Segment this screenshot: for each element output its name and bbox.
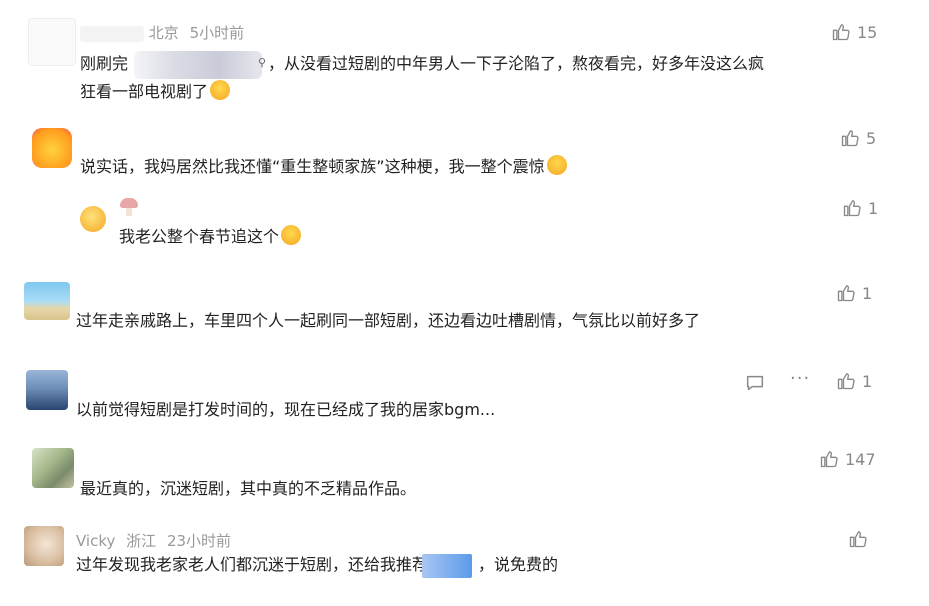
avatar[interactable] [24,526,64,566]
username[interactable]: Vicky [76,532,115,550]
like-count: 5 [866,128,877,148]
reply-button[interactable] [744,372,766,398]
reply-text: 我老公整个春节追这个 [119,223,302,251]
like-count: 147 [845,449,876,469]
like-count: 1 [862,371,873,391]
avatar[interactable] [80,206,106,232]
username-blurred[interactable] [80,25,144,42]
comment-meta: 北京 5小时前 [80,22,244,43]
like-button[interactable]: 1 [842,198,878,218]
avatar[interactable] [32,128,72,168]
thumbs-up-icon [831,22,851,42]
comment-text: 最近真的，沉迷短剧，其中真的不乏精品作品。 [80,479,417,498]
like-count: 1 [862,283,873,303]
like-count: 15 [857,22,878,42]
location: 浙江 [126,532,157,550]
avatar[interactable] [32,448,74,488]
timestamp: 5小时前 [189,24,245,42]
comment-text: 过年发现我老家老人们都沉迷于短剧，还给我推荐 ，说免费的 [76,551,558,579]
blurred-link[interactable]: ⚲ [134,50,266,79]
comment-text: 说实话，我妈居然比我还懂“重生整顿家族”这种梗，我一整个震惊 [80,153,567,181]
crying-laughing-emoji-icon [546,155,567,175]
location: 北京 [148,24,179,42]
more-button[interactable]: ··· [790,368,810,389]
thumbs-up-icon [848,529,868,549]
comment-text: 过年走亲戚路上，车里四个人一起刷同一部短剧，还边看边吐槽剧情，气氛比以前好多了 [76,311,701,330]
like-button[interactable]: 147 [819,449,876,469]
comment-text-line2: 狂看一部电视剧了 [80,78,231,106]
crying-laughing-emoji-icon [281,225,302,245]
avatar[interactable] [26,370,68,410]
search-icon: ⚲ [257,55,267,69]
timestamp: 23小时前 [166,532,232,550]
mushroom-icon [120,198,140,218]
like-button[interactable]: 1 [836,371,872,391]
thumbs-up-icon [842,198,862,218]
laughing-emoji-icon [210,80,231,100]
comment-meta: Vicky 浙江 23小时前 [76,530,231,551]
thumbs-up-icon [836,371,856,391]
comment-text: 以前觉得短剧是打发时间的，现在已经成了我的居家bgm... [76,400,496,419]
thumbs-up-icon [836,283,856,303]
thumbs-up-icon [840,128,860,148]
like-button[interactable]: 1 [836,283,872,303]
like-button[interactable]: 5 [840,128,876,148]
like-count: 1 [868,198,879,218]
thumbs-up-icon [819,449,839,469]
avatar[interactable] [24,282,70,320]
like-button[interactable] [848,529,868,549]
comment-text: 刚刷完 ⚲ ，从没看过短剧的中年男人一下子沦陷了，熬夜看完，好多年没这么疯 [80,50,764,79]
comment-icon [746,375,764,391]
like-button[interactable]: 15 [831,22,877,42]
avatar[interactable] [28,18,76,66]
more-icon: ··· [790,368,811,389]
blurred-link[interactable] [422,553,473,578]
